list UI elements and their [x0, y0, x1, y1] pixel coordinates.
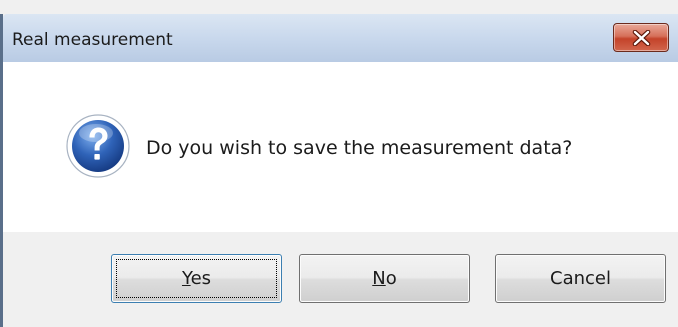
close-icon	[632, 30, 651, 46]
yes-button-label: Yes	[182, 255, 211, 302]
yes-label-rest: es	[190, 268, 212, 289]
yes-button[interactable]: Yes	[111, 254, 282, 303]
no-button-label: No	[372, 255, 396, 302]
close-button[interactable]	[613, 23, 669, 52]
message-dialog: Real measurement Do you wish to save the…	[0, 0, 678, 327]
dialog-content: Do you wish to save the measurement data…	[3, 62, 678, 232]
title-bar[interactable]: Real measurement	[3, 14, 678, 62]
button-bar: Yes No Cancel	[3, 232, 678, 327]
cancel-button[interactable]: Cancel	[495, 254, 666, 303]
no-button[interactable]: No	[299, 254, 470, 303]
no-label-rest: o	[385, 268, 397, 289]
window-title: Real measurement	[12, 30, 173, 50]
message-text: Do you wish to save the measurement data…	[146, 137, 573, 159]
no-mnemonic: N	[372, 268, 386, 289]
yes-mnemonic: Y	[181, 268, 191, 289]
question-icon	[66, 114, 130, 178]
cancel-button-label: Cancel	[550, 268, 611, 289]
